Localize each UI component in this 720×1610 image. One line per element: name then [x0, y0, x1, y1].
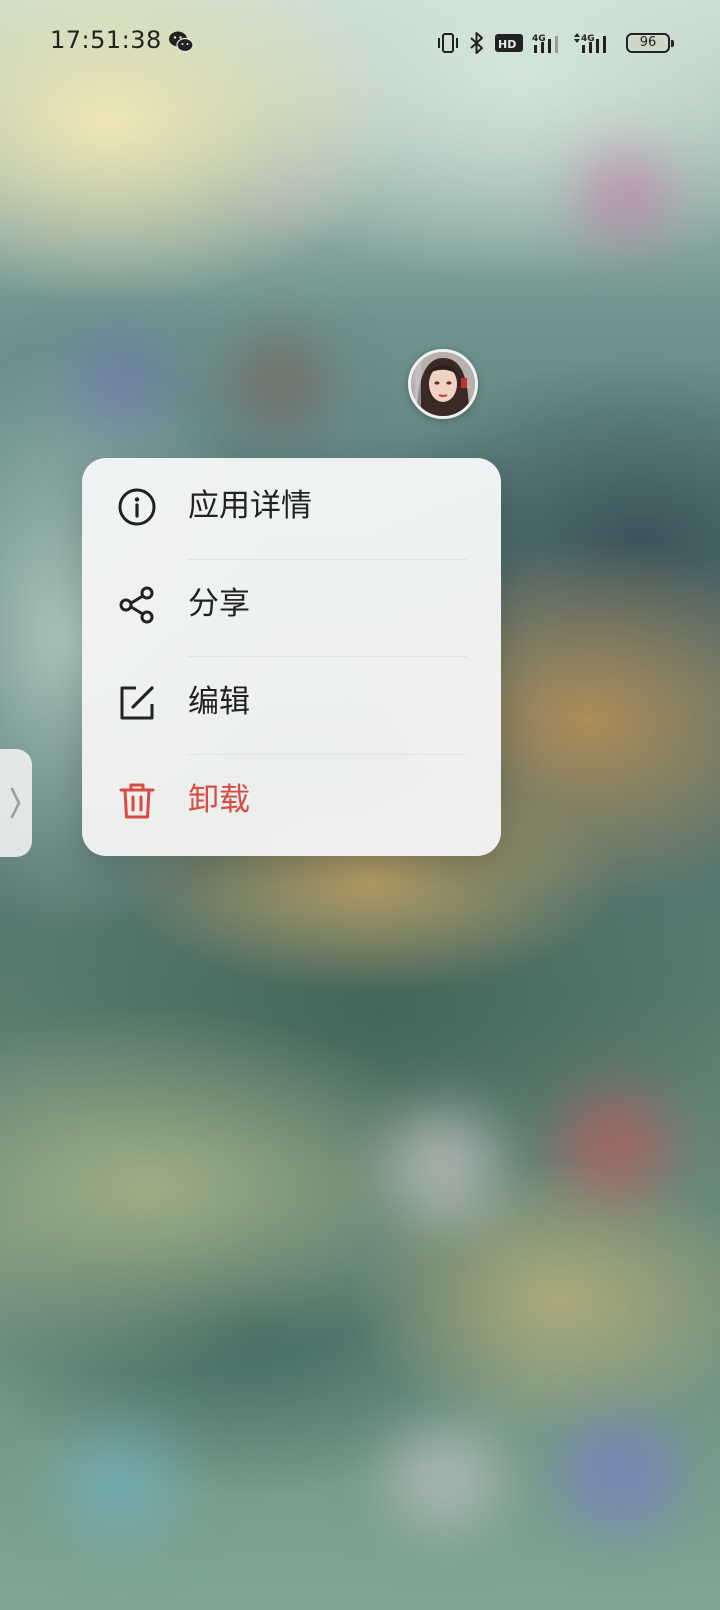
- blurred-app-icon: [390, 1110, 500, 1220]
- info-icon: [118, 488, 156, 526]
- signal-icon: 4G: [574, 33, 606, 53]
- menu-item-label: 分享: [188, 586, 250, 622]
- wechat-icon: [169, 31, 194, 53]
- blurred-app-icon: [390, 1430, 500, 1530]
- blurred-app-icon: [560, 1090, 670, 1200]
- menu-item-label: 应用详情: [188, 488, 312, 524]
- menu-item-share[interactable]: 分享: [82, 556, 501, 653]
- menu-item-edit[interactable]: 编辑: [82, 654, 501, 751]
- bluetooth-icon: [470, 32, 483, 54]
- blurred-app-icon: [60, 1430, 180, 1540]
- hd-label: HD: [498, 38, 516, 51]
- menu-item-app-details[interactable]: 应用详情: [82, 458, 501, 555]
- status-icons: HD 4G 4G 96: [436, 30, 674, 56]
- menu-item-label: 编辑: [188, 684, 250, 720]
- chevron-right-icon: [10, 787, 21, 819]
- share-icon: [119, 586, 154, 624]
- blurred-app-icon: [580, 150, 670, 240]
- blurred-app-icon: [255, 160, 325, 230]
- menu-item-label: 卸载: [188, 782, 250, 818]
- avatar-portrait: [411, 352, 475, 416]
- status-bar: 17:51:38 HD 4G 4G 96: [0, 0, 720, 86]
- hd-icon: HD: [495, 34, 523, 52]
- blurred-app-icon: [230, 330, 330, 430]
- trash-icon: [119, 783, 155, 819]
- vibrate-icon: [438, 33, 458, 53]
- menu-item-uninstall[interactable]: 卸载: [82, 752, 501, 849]
- context-menu: 应用详情 分享 编辑 卸载: [82, 458, 501, 856]
- edit-icon: [120, 686, 154, 720]
- status-time: 17:51:38: [50, 26, 162, 54]
- battery-percent: 96: [639, 35, 657, 50]
- blurred-app-icon: [70, 330, 170, 430]
- side-edge-handle[interactable]: [0, 749, 32, 857]
- app-avatar[interactable]: [408, 349, 478, 419]
- svg-text:4G: 4G: [581, 34, 595, 44]
- signal-icon: 4G: [532, 34, 558, 53]
- battery-tip: [671, 40, 674, 47]
- battery-icon: 96: [626, 33, 674, 53]
- blurred-app-icon: [560, 1420, 680, 1530]
